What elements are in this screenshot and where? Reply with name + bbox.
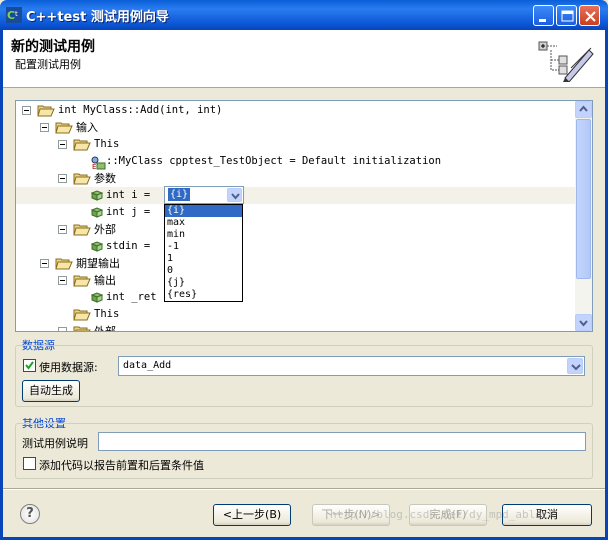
collapse-toggle-icon[interactable] xyxy=(58,140,67,149)
dropdown-option[interactable]: 1 xyxy=(165,253,242,265)
tree-node-label: 参数 xyxy=(94,172,116,185)
tree-row[interactable]: int i = xyxy=(16,187,576,204)
tree-row[interactable]: 期望输出 xyxy=(16,255,576,272)
wizard-tree-edit-icon xyxy=(538,41,594,82)
scroll-up-button[interactable] xyxy=(575,101,592,118)
parameter-value-combo[interactable]: {i} xyxy=(164,186,244,204)
chevron-up-icon xyxy=(579,105,588,112)
chevron-down-icon xyxy=(231,193,240,200)
dropdown-option[interactable]: {res} xyxy=(165,289,242,301)
tree-row[interactable]: 输入 xyxy=(16,119,576,136)
dropdown-option[interactable]: {i} xyxy=(165,205,242,217)
tree-node-label: 外部 xyxy=(94,325,116,332)
dropdown-option[interactable]: -1 xyxy=(165,241,242,253)
minimize-button[interactable] xyxy=(533,5,554,26)
tree-node-label: int i = xyxy=(106,189,151,201)
footer-separator xyxy=(3,488,605,490)
watermark: http://blog.csdn.net/dy_mpd_ablock xyxy=(330,508,556,521)
tree-row[interactable]: stdin = xyxy=(16,238,576,255)
dropdown-option[interactable]: 0 xyxy=(165,265,242,277)
auto-generate-button[interactable]: 自动生成 xyxy=(22,380,80,402)
page-title: 新的测试用例 xyxy=(11,39,95,55)
dropdown-option[interactable]: max xyxy=(165,217,242,229)
tree-node-label: This xyxy=(94,308,120,320)
tree-row[interactable]: 参数 xyxy=(16,170,576,187)
test-case-tree[interactable]: int MyClass::Add(int, int) 输入 This E::MyCla… xyxy=(15,100,593,332)
tree-node-label: stdin = xyxy=(106,240,151,252)
tree-row[interactable]: 外部 xyxy=(16,323,576,332)
scroll-down-button[interactable] xyxy=(575,314,592,331)
collapse-toggle-icon[interactable] xyxy=(58,225,67,234)
use-datasource-label: 使用数据源: xyxy=(39,361,98,374)
collapse-toggle-icon[interactable] xyxy=(40,123,49,132)
maximize-button[interactable] xyxy=(556,5,577,26)
window-title: C++test 测试用例向导 xyxy=(26,10,169,25)
title-bar[interactable]: C t C++test 测试用例向导 xyxy=(0,0,608,30)
parameter-value-dropdown[interactable]: {i} max min -1 1 0 {j} {res} xyxy=(164,204,243,302)
page-subtitle: 配置测试用例 xyxy=(15,58,81,71)
tree-node-label: 外部 xyxy=(94,223,116,236)
tree-row[interactable]: 输出 xyxy=(16,272,576,289)
svg-text:C: C xyxy=(7,9,15,22)
collapse-toggle-icon[interactable] xyxy=(58,276,67,285)
tree-node-label: int MyClass::Add(int, int) xyxy=(58,104,223,116)
dropdown-option[interactable]: {j} xyxy=(165,277,242,289)
checkmark-icon xyxy=(25,361,34,370)
close-icon xyxy=(585,11,596,22)
add-code-label: 添加代码以报告前置和后置条件值 xyxy=(39,459,204,472)
tree-vertical-scrollbar[interactable] xyxy=(575,101,592,331)
datasource-selected-value: data_Add xyxy=(123,360,172,371)
combo-value: {i} xyxy=(168,188,191,201)
tree-row[interactable]: This xyxy=(16,306,576,323)
datasource-select[interactable]: data_Add xyxy=(118,356,585,376)
collapse-toggle-icon[interactable] xyxy=(22,106,31,115)
chevron-down-icon xyxy=(579,320,588,327)
folder-open-icon xyxy=(73,325,91,331)
tree-row[interactable]: E::MyClass cpptest_TestObject = Default … xyxy=(16,153,576,171)
collapse-toggle-icon[interactable] xyxy=(58,174,67,183)
tree-row[interactable]: int j = xyxy=(16,204,576,221)
datasource-group xyxy=(15,345,593,407)
chevron-down-icon xyxy=(571,364,581,371)
close-button[interactable] xyxy=(579,5,600,26)
svg-text:t: t xyxy=(15,10,18,18)
description-label: 测试用例说明 xyxy=(22,437,88,450)
tree-row[interactable]: int _ret xyxy=(16,289,576,306)
tree-node-label: This xyxy=(94,138,120,150)
wizard-header: 新的测试用例 配置测试用例 xyxy=(3,30,605,88)
tree-node-label: 输出 xyxy=(94,274,116,287)
back-button[interactable]: <上一步(B) xyxy=(213,504,291,526)
svg-text:E: E xyxy=(92,163,96,170)
tree-node-label: 期望输出 xyxy=(76,257,120,270)
add-code-checkbox[interactable] xyxy=(23,457,36,470)
description-input[interactable] xyxy=(98,432,586,451)
collapse-toggle-icon[interactable] xyxy=(58,327,67,331)
tree-row[interactable]: int MyClass::Add(int, int) xyxy=(16,102,576,119)
scroll-thumb[interactable] xyxy=(576,119,591,279)
maximize-icon xyxy=(561,10,574,22)
minimize-icon xyxy=(539,19,546,22)
tree-row[interactable]: 外部 xyxy=(16,221,576,238)
collapse-toggle-icon[interactable] xyxy=(40,259,49,268)
datasource-dropdown-button[interactable] xyxy=(567,358,583,374)
dropdown-option[interactable]: min xyxy=(165,229,242,241)
cpptest-app-icon: C t xyxy=(6,7,22,23)
combo-dropdown-button[interactable] xyxy=(227,188,242,202)
tree-node-label: 输入 xyxy=(76,121,98,134)
tree-node-label: int j = xyxy=(106,206,151,218)
use-datasource-checkbox[interactable] xyxy=(23,359,36,372)
tree-node-label: ::MyClass cpptest_TestObject = Default i… xyxy=(106,155,442,167)
tree-node-label: int _ret xyxy=(106,291,157,303)
tree-row[interactable]: This xyxy=(16,136,576,153)
help-icon[interactable]: ? xyxy=(20,504,40,524)
